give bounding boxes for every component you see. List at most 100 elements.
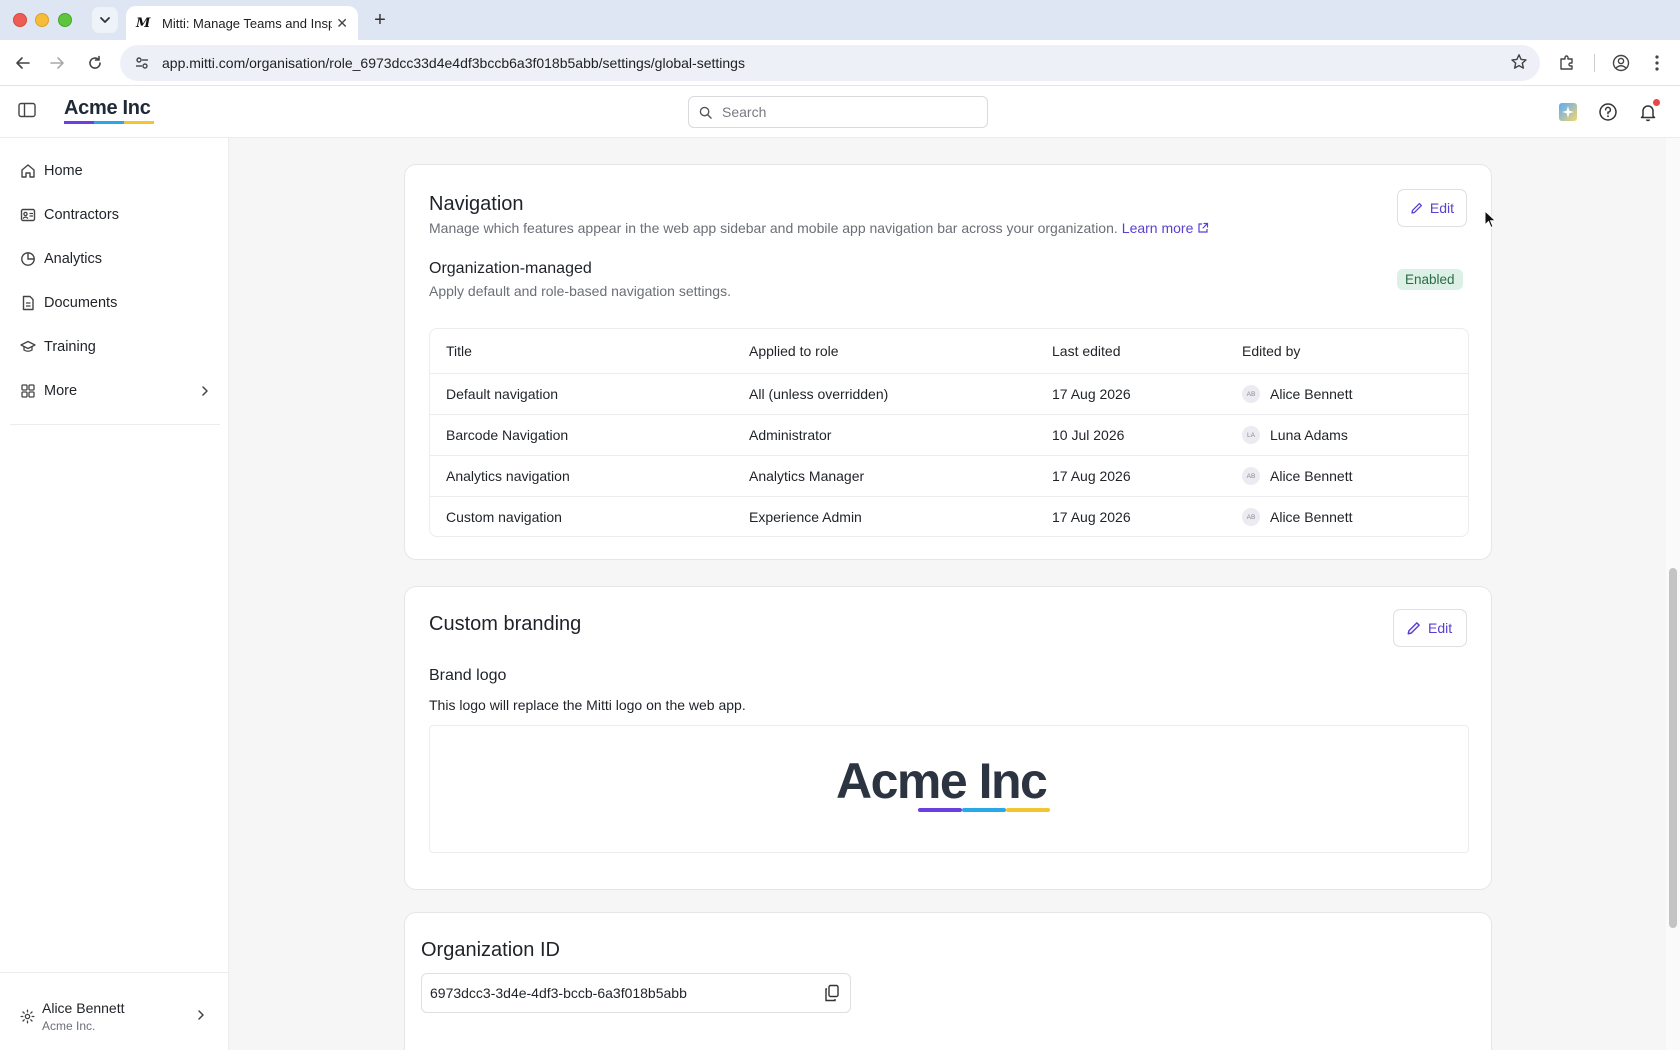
url-text: app.mitti.com/organisation/role_6973dcc3… (162, 55, 745, 71)
sidebar-item-documents[interactable]: Documents (10, 285, 220, 321)
reload-button[interactable] (84, 52, 106, 74)
new-tab-button[interactable]: + (368, 8, 392, 32)
brand-underline (64, 121, 154, 124)
row-last-edited: 17 Aug 2026 (1052, 509, 1131, 525)
app-header: Acme Inc Search (0, 86, 1680, 138)
back-button[interactable] (12, 52, 34, 74)
column-header-edited-by: Edited by (1242, 343, 1301, 359)
pencil-icon (1407, 622, 1420, 635)
table-row[interactable]: Default navigation All (unless overridde… (430, 373, 1468, 414)
edit-label: Edit (1428, 620, 1453, 636)
user-name: Alice Bennett (42, 1000, 125, 1016)
extensions-button[interactable] (1556, 52, 1578, 74)
sidebar-item-training[interactable]: Training (10, 329, 220, 365)
learn-more-link[interactable]: Learn more (1122, 220, 1194, 236)
mitti-favicon-icon: M (136, 15, 151, 31)
row-edited-by: LA Luna Adams (1242, 415, 1348, 455)
row-title: Barcode Navigation (446, 427, 569, 443)
editor-name: Luna Adams (1270, 427, 1348, 443)
notification-dot (1653, 99, 1660, 106)
sidebar-item-contractors[interactable]: Contractors (10, 197, 220, 233)
window-minimize-button[interactable] (35, 13, 49, 27)
arrow-right-icon (50, 57, 64, 69)
row-last-edited: 17 Aug 2026 (1052, 386, 1131, 402)
row-title: Default navigation (446, 386, 559, 402)
table-row[interactable]: Analytics navigation Analytics Manager 1… (430, 455, 1468, 496)
user-menu[interactable]: Alice Bennett Acme Inc. (0, 972, 229, 1050)
bookmark-star-icon[interactable] (1510, 53, 1528, 74)
search-icon (699, 106, 712, 119)
sidebar-item-label: Analytics (44, 251, 103, 267)
reload-icon (89, 55, 101, 69)
ai-assistant-button[interactable] (1558, 102, 1578, 122)
arrow-left-icon (16, 57, 30, 69)
browser-toolbar: app.mitti.com/organisation/role_6973dcc3… (0, 40, 1680, 86)
graduation-cap-icon (20, 340, 36, 352)
tab-close-icon[interactable]: ✕ (336, 15, 348, 32)
browser-tab[interactable]: M Mitti: Manage Teams and Inspections ✕ (126, 6, 358, 40)
browser-menu-button[interactable] (1646, 52, 1668, 74)
help-button[interactable] (1598, 102, 1618, 122)
user-org: Acme Inc. (42, 1019, 96, 1033)
organization-id-title: Organization ID (421, 939, 560, 961)
status-badge: Enabled (1397, 269, 1463, 290)
column-header-last-edited: Last edited (1052, 343, 1121, 359)
pie-chart-icon (21, 252, 35, 266)
sidebar-toggle-icon (18, 102, 36, 118)
navigation-edit-button[interactable]: Edit (1397, 189, 1467, 227)
sidebar-item-home[interactable]: Home (10, 153, 220, 189)
search-input[interactable]: Search (688, 96, 988, 128)
navigation-table: Title Applied to role Last edited Edited… (429, 328, 1469, 537)
site-info-icon[interactable] (124, 55, 160, 71)
sidebar-item-analytics[interactable]: Analytics (10, 241, 220, 277)
column-header-role: Applied to role (749, 343, 839, 359)
forward-button[interactable] (46, 52, 68, 74)
sidebar-toggle-button[interactable] (18, 102, 38, 122)
scrollbar-thumb[interactable] (1669, 568, 1677, 928)
chevron-down-icon (100, 17, 110, 23)
branding-edit-button[interactable]: Edit (1393, 609, 1467, 647)
chevron-right-icon (198, 1010, 204, 1020)
address-bar[interactable]: app.mitti.com/organisation/role_6973dcc3… (120, 45, 1540, 81)
row-role: Administrator (749, 427, 832, 443)
organization-id-card: Organization ID 6973dcc3-3d4e-4df3-bccb-… (404, 912, 1492, 1050)
organization-id-value: 6973dcc3-3d4e-4df3-bccb-6a3f018b5abb (430, 985, 687, 1001)
window-zoom-button[interactable] (58, 13, 72, 27)
help-circle-icon (1599, 103, 1617, 121)
browser-tab-bar: M Mitti: Manage Teams and Inspections ✕ … (0, 0, 1680, 40)
row-title: Custom navigation (446, 509, 562, 525)
brand-logo[interactable]: Acme Inc (64, 97, 154, 124)
row-title: Analytics navigation (446, 468, 570, 484)
tab-search-button[interactable] (92, 7, 118, 33)
row-role: Experience Admin (749, 509, 862, 525)
navigation-description-row: Manage which features appear in the web … (429, 220, 1209, 236)
custom-branding-card: Custom branding Edit Brand logo This log… (404, 586, 1492, 890)
sidebar-item-more[interactable]: More (10, 373, 220, 409)
sidebar-divider (10, 424, 220, 425)
copy-button[interactable] (824, 984, 840, 1005)
table-row[interactable]: Barcode Navigation Administrator 10 Jul … (430, 414, 1468, 455)
sidebar-item-label: Documents (44, 295, 118, 311)
sidebar: Home Contractors Analytics Documents Tra… (0, 138, 229, 1050)
window-close-button[interactable] (13, 13, 27, 27)
brand-name: Acme Inc (64, 97, 151, 119)
org-managed-title: Organization-managed (429, 260, 592, 277)
page-scrollbar[interactable] (1666, 138, 1680, 1050)
row-role: All (unless overridden) (749, 386, 889, 402)
contacts-icon (20, 208, 36, 222)
search-placeholder: Search (722, 104, 767, 120)
table-header-row: Title Applied to role Last edited Edited… (430, 329, 1468, 373)
organization-id-field[interactable]: 6973dcc3-3d4e-4df3-bccb-6a3f018b5abb (421, 973, 851, 1013)
pencil-icon (1411, 202, 1423, 214)
sidebar-item-label: More (44, 383, 78, 399)
editor-name: Alice Bennett (1270, 386, 1353, 402)
navigation-card: Navigation Manage which features appear … (404, 164, 1492, 560)
table-row[interactable]: Custom navigation Experience Admin 17 Au… (430, 496, 1468, 536)
copy-icon (825, 984, 839, 1002)
sidebar-item-label: Training (44, 339, 96, 355)
profile-button[interactable] (1610, 52, 1632, 74)
sidebar-item-label: Contractors (44, 207, 119, 223)
navigation-description: Manage which features appear in the web … (429, 220, 1118, 236)
notifications-button[interactable] (1638, 99, 1660, 122)
mouse-cursor-icon (1484, 210, 1497, 229)
